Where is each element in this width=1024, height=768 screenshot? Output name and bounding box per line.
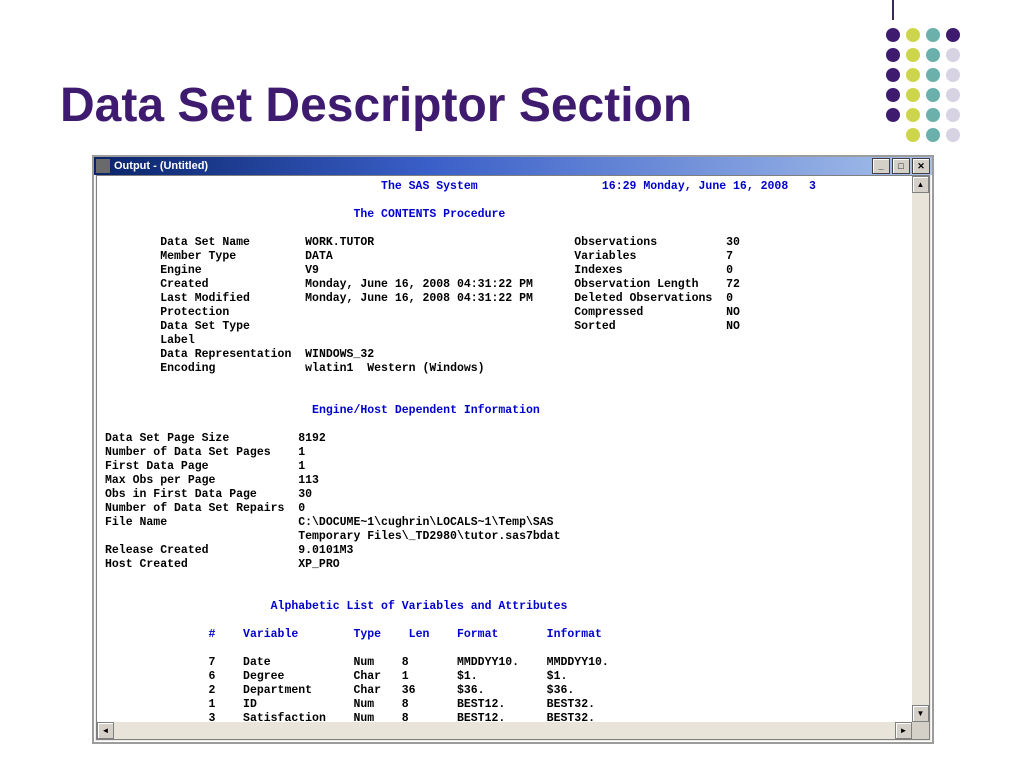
scroll-right-button[interactable]: ► xyxy=(895,722,912,739)
titlebar[interactable]: Output - (Untitled) _ □ ✕ xyxy=(94,157,932,175)
scrollbar-corner xyxy=(912,722,929,739)
scroll-up-button[interactable]: ▲ xyxy=(912,176,929,193)
scroll-down-button[interactable]: ▼ xyxy=(912,705,929,722)
horizontal-scrollbar[interactable]: ◄ ► xyxy=(97,722,912,739)
slide-title: Data Set Descriptor Section xyxy=(60,78,692,133)
scroll-left-button[interactable]: ◄ xyxy=(97,722,114,739)
maximize-button[interactable]: □ xyxy=(892,158,910,174)
app-icon xyxy=(96,159,110,173)
vertical-scrollbar[interactable]: ▲ ▼ xyxy=(912,176,929,722)
minimize-button[interactable]: _ xyxy=(872,158,890,174)
output-window: Output - (Untitled) _ □ ✕ The SAS System… xyxy=(92,155,934,744)
sas-output-text: The SAS System 16:29 Monday, June 16, 20… xyxy=(97,176,929,740)
decor-dots xyxy=(884,0,1004,170)
window-title: Output - (Untitled) xyxy=(114,160,208,172)
close-button[interactable]: ✕ xyxy=(912,158,930,174)
output-content: The SAS System 16:29 Monday, June 16, 20… xyxy=(96,175,930,740)
